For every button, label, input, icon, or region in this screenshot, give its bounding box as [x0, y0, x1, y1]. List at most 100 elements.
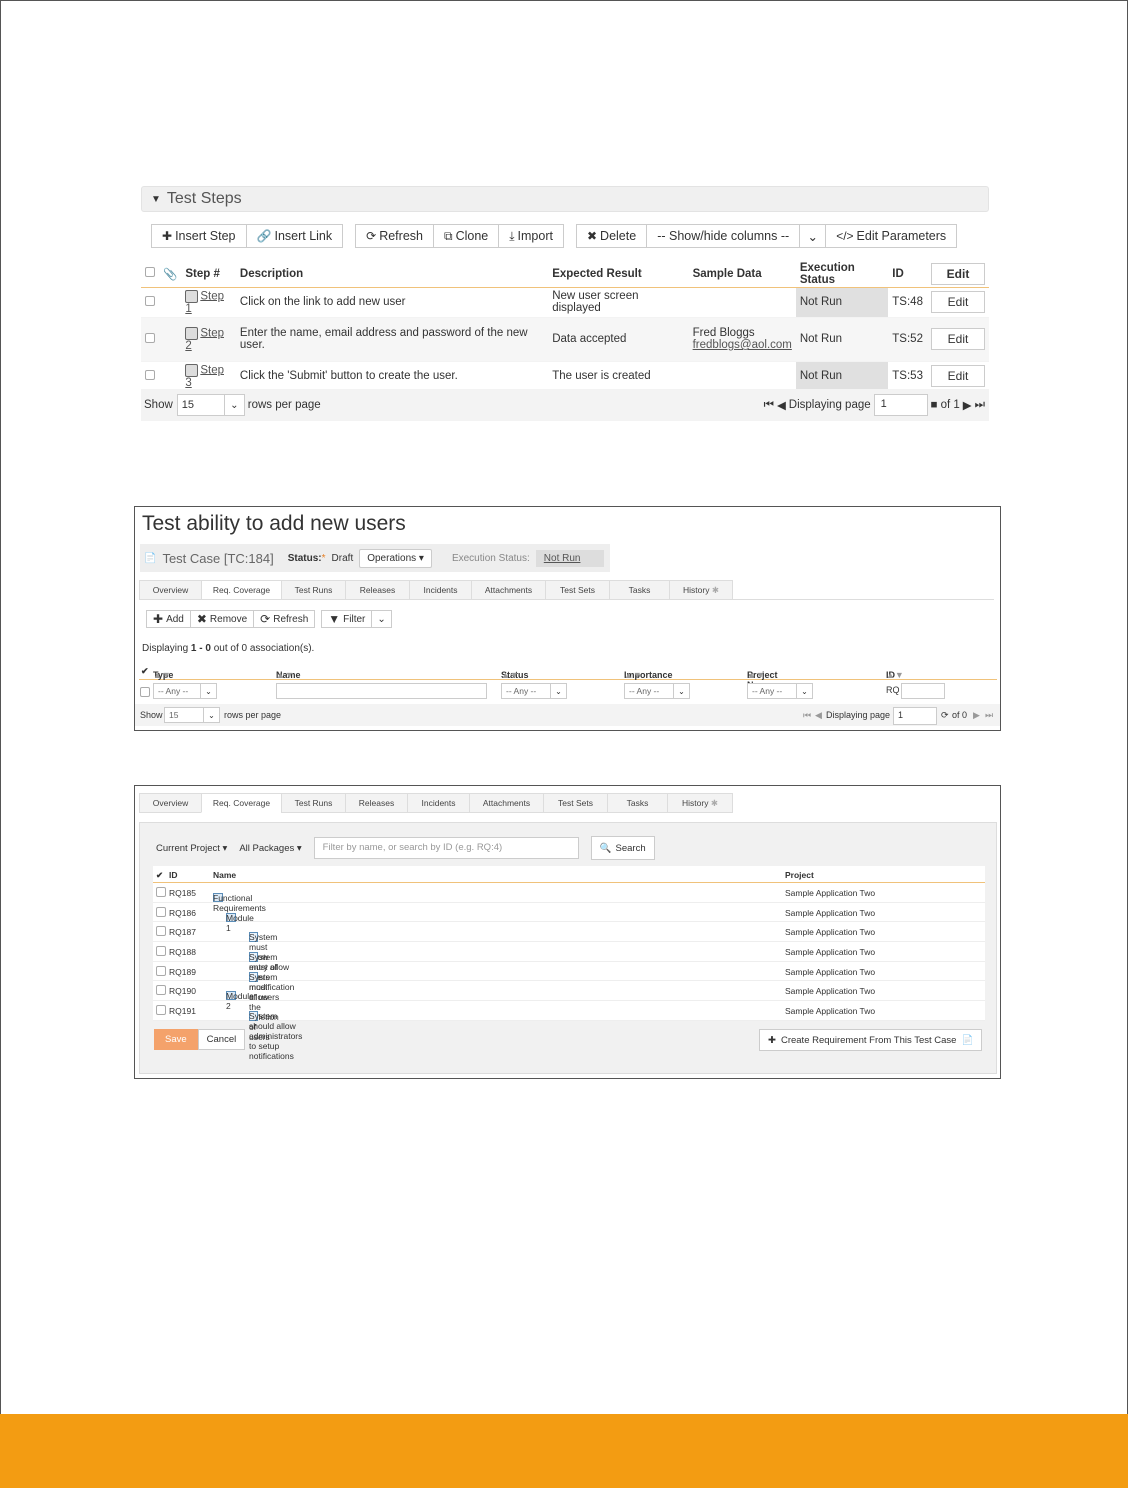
refresh-icon[interactable]: ⟳: [941, 710, 949, 721]
displaying-prefix: Displaying: [142, 643, 189, 654]
edit-button[interactable]: Edit: [931, 365, 985, 387]
tab-test-runs[interactable]: Test Runs: [281, 793, 345, 813]
tree-row[interactable]: RQ190 ▾ Module 2 Sample Application Two: [153, 981, 985, 1011]
edit-button[interactable]: Edit: [931, 291, 985, 313]
tab-overview[interactable]: Overview: [139, 580, 201, 600]
next-page-icon[interactable]: ▶: [963, 398, 972, 412]
next-page-icon[interactable]: ▶: [973, 710, 980, 721]
cancel-button[interactable]: Cancel: [197, 1029, 246, 1050]
col-expected[interactable]: Expected Result: [548, 261, 689, 288]
type-filter-select[interactable]: -- Any -- ⌄: [153, 683, 217, 699]
clone-button[interactable]: ⧉ Clone: [433, 224, 500, 248]
row-checkbox[interactable]: [145, 369, 155, 380]
edit-parameters-button[interactable]: </> Edit Parameters: [826, 224, 958, 248]
delete-button[interactable]: ✖ Delete: [575, 224, 648, 248]
tab-incidents[interactable]: Incidents: [407, 793, 469, 813]
tree-row[interactable]: RQ187 System must allow entry of users S…: [153, 922, 985, 982]
edit-button[interactable]: Edit: [931, 328, 985, 350]
filter-row-checkbox[interactable]: [140, 687, 150, 697]
row-checkbox[interactable]: [156, 965, 166, 976]
tab-history[interactable]: History ✱: [667, 793, 733, 813]
tree-row[interactable]: RQ186 ▾ Module 1 Sample Application Two: [153, 903, 985, 933]
row-checkbox[interactable]: [156, 1005, 166, 1016]
select-all-checkbox[interactable]: [145, 267, 155, 278]
filter-button[interactable]: ▼ Filter: [321, 610, 373, 628]
show-hide-columns-select[interactable]: -- Show/hide columns --: [647, 224, 801, 248]
type-filter-value: -- Any --: [158, 686, 189, 696]
row-checkbox[interactable]: [145, 295, 155, 306]
tree-row[interactable]: RQ188 System must allow the modification…: [153, 942, 985, 1002]
tab-releases[interactable]: Releases: [345, 793, 407, 813]
tab-releases[interactable]: Releases: [345, 580, 409, 600]
tree-row[interactable]: RQ185 ▾ Functional Requirements Sample A…: [153, 883, 985, 913]
tab-attachments[interactable]: Attachments: [469, 793, 543, 813]
go-page-icon[interactable]: ■: [931, 399, 938, 411]
edit-all-button[interactable]: Edit: [931, 262, 985, 285]
tab-overview[interactable]: Overview: [139, 793, 201, 813]
row-checkbox[interactable]: [156, 926, 166, 937]
add-button[interactable]: ✚ Add: [146, 610, 191, 628]
last-page-icon[interactable]: ⏭: [985, 710, 993, 721]
save-button[interactable]: Save: [154, 1029, 198, 1050]
sample-email-link[interactable]: fredblogs@aol.com: [693, 339, 792, 351]
last-page-icon[interactable]: ⏭: [975, 399, 985, 412]
create-requirement-button[interactable]: ✚ Create Requirement From This Test Case…: [759, 1029, 983, 1051]
page-input[interactable]: 1: [893, 707, 937, 725]
row-checkbox[interactable]: [156, 906, 166, 917]
insert-step-button[interactable]: ✚ Insert Step: [151, 224, 247, 248]
importance-filter-select[interactable]: -- Any -- ⌄: [624, 683, 690, 699]
test-steps-header[interactable]: ▼ Test Steps: [141, 186, 989, 212]
execution-status-value[interactable]: Not Run: [535, 549, 604, 567]
tab-req-coverage[interactable]: Req. Coverage: [201, 793, 281, 813]
all-packages-dropdown[interactable]: All Packages ▾: [239, 843, 301, 854]
refresh-button[interactable]: ⟳ Refresh: [254, 610, 316, 628]
import-button[interactable]: ⤓ Import: [499, 224, 564, 248]
tree-row[interactable]: RQ191 System should allow administrators…: [153, 1001, 985, 1061]
status-filter-select[interactable]: -- Any -- ⌄: [501, 683, 567, 699]
prev-page-icon[interactable]: ◀: [815, 710, 822, 721]
col-execution-status[interactable]: Execution Status: [795, 261, 889, 288]
current-project-dropdown[interactable]: Current Project ▾: [156, 843, 227, 854]
row-checkbox[interactable]: [156, 887, 166, 897]
project-filter-select[interactable]: -- Any -- ⌄: [747, 683, 813, 699]
collapse-caret-icon[interactable]: ▼: [151, 194, 161, 205]
tree-row[interactable]: RQ189 System must allow the deletion of …: [153, 962, 985, 1042]
search-button[interactable]: 🔍 Search: [590, 836, 655, 860]
tab-divider: [139, 599, 994, 600]
refresh-button[interactable]: ⟳ Refresh: [355, 224, 434, 248]
tab-history[interactable]: History ✱: [669, 580, 733, 600]
tab-tasks[interactable]: Tasks: [607, 793, 667, 813]
row-checkbox[interactable]: [156, 985, 166, 996]
remove-button[interactable]: ✖ Remove: [190, 610, 255, 628]
col-sample-data[interactable]: Sample Data: [688, 261, 796, 288]
first-page-icon[interactable]: ⏮: [764, 399, 774, 412]
filter-dropdown-button[interactable]: ⌄: [372, 610, 392, 628]
delete-label: Delete: [600, 229, 637, 243]
row-checkbox[interactable]: [156, 946, 166, 957]
page-input[interactable]: 1: [873, 394, 928, 416]
search-input[interactable]: Filter by name, or search by ID (e.g. RQ…: [313, 837, 579, 859]
insert-link-button[interactable]: 🔗 Insert Link: [246, 224, 344, 248]
name-filter-input[interactable]: [276, 683, 487, 699]
rows-per-page-select[interactable]: 15 ⌄: [164, 707, 220, 723]
test-steps-table: 📎 Step # Description Expected Result Sam…: [141, 261, 989, 392]
row-checkbox[interactable]: [145, 332, 155, 343]
show-hide-dropdown-button[interactable]: ⌄: [800, 224, 827, 248]
check-all-icon[interactable]: ✔: [141, 666, 149, 677]
tab-test-sets[interactable]: Test Sets: [543, 793, 607, 813]
tab-req-coverage[interactable]: Req. Coverage: [201, 580, 281, 600]
tab-tasks[interactable]: Tasks: [609, 580, 669, 600]
col-description[interactable]: Description: [235, 261, 549, 288]
first-page-icon[interactable]: ⏮: [803, 710, 811, 721]
tab-incidents[interactable]: Incidents: [409, 580, 471, 600]
col-id[interactable]: ID: [888, 261, 927, 288]
id-filter-input[interactable]: [901, 683, 945, 699]
rows-per-page-select[interactable]: 15 ⌄: [176, 394, 245, 416]
tab-test-runs[interactable]: Test Runs: [281, 580, 345, 600]
prev-page-icon[interactable]: ◀: [777, 398, 786, 412]
operations-dropdown[interactable]: Operations ▾: [359, 548, 432, 568]
check-all-icon[interactable]: ✔: [156, 870, 163, 881]
col-step[interactable]: Step #: [181, 261, 236, 288]
tab-attachments[interactable]: Attachments: [471, 580, 545, 600]
tab-test-sets[interactable]: Test Sets: [545, 580, 609, 600]
